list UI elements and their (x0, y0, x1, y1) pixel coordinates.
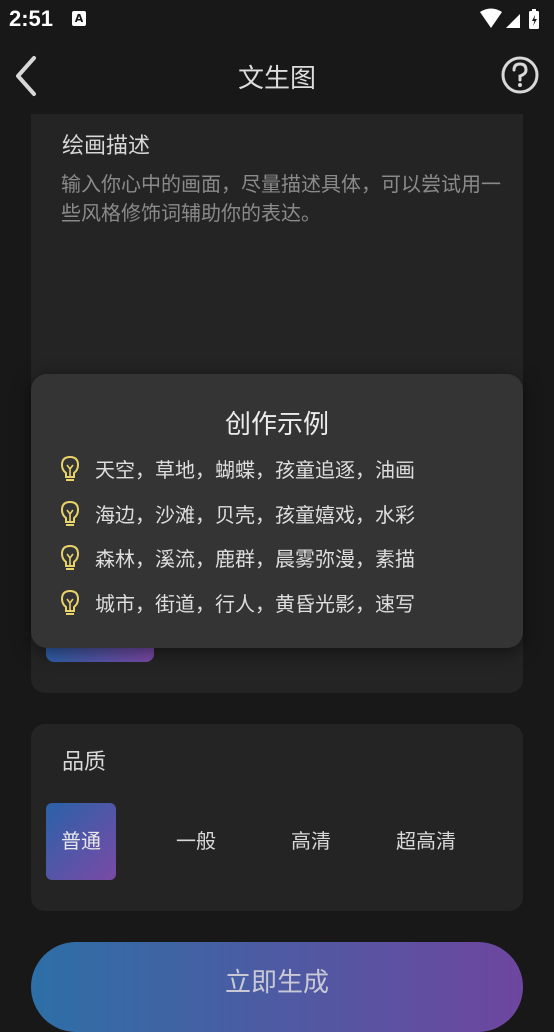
examples-popup: 创作示例 天空，草地，蝴蝶，孩童追逐，油画 海边，沙滩，贝壳，孩童嬉戏，水彩 森… (31, 374, 523, 648)
quality-card: 品质 普通 一般 高清 超高清 (31, 724, 523, 911)
quality-option-normal[interactable]: 普通 (46, 803, 116, 880)
lightbulb-icon (60, 455, 80, 481)
example-text: 森林，溪流，鹿群，晨雾弥漫，素描 (95, 547, 415, 571)
status-icons (480, 8, 539, 29)
generate-button[interactable]: 立即生成 (31, 942, 523, 1032)
example-text: 城市，街道，行人，黄昏光影，速写 (95, 592, 415, 616)
wifi-icon (480, 8, 502, 28)
example-item[interactable]: 森林，溪流，鹿群，晨雾弥漫，素描 (59, 541, 499, 577)
page-title: 文生图 (237, 64, 316, 94)
status-bar: 2:51 A (0, 0, 554, 38)
app-bar: 文生图 (0, 38, 554, 114)
lightbulb-icon (60, 589, 80, 615)
signal-icon (506, 14, 520, 28)
example-item[interactable]: 天空，草地，蝴蝶，孩童追逐，油画 (59, 452, 499, 488)
quality-title: 品质 (62, 750, 107, 775)
notification-icon: A (72, 11, 86, 26)
examples-title: 创作示例 (224, 410, 329, 440)
quality-option-ultra-hd[interactable]: 超高清 (386, 803, 466, 880)
help-button[interactable] (500, 55, 540, 95)
generate-button-label: 立即生成 (224, 968, 329, 998)
lightbulb-icon (60, 500, 80, 526)
example-text: 海边，沙滩，贝壳，孩童嬉戏，水彩 (95, 503, 415, 527)
example-item[interactable]: 城市，街道，行人，黄昏光影，速写 (59, 586, 499, 622)
lightbulb-icon (60, 544, 80, 570)
example-text: 天空，草地，蝴蝶，孩童追逐，油画 (95, 458, 415, 482)
status-time: 2:51 (9, 6, 54, 31)
quality-option-general[interactable]: 一般 (161, 803, 231, 880)
description-input[interactable]: 输入你心中的画面，尽量描述具体，可以尝试用一些风格修饰词辅助你的表达。 (61, 170, 501, 228)
description-title: 绘画描述 (62, 134, 151, 159)
quality-option-hd[interactable]: 高清 (276, 803, 346, 880)
example-item[interactable]: 海边，沙滩，贝壳，孩童嬉戏，水彩 (59, 497, 499, 533)
help-icon (501, 56, 539, 94)
